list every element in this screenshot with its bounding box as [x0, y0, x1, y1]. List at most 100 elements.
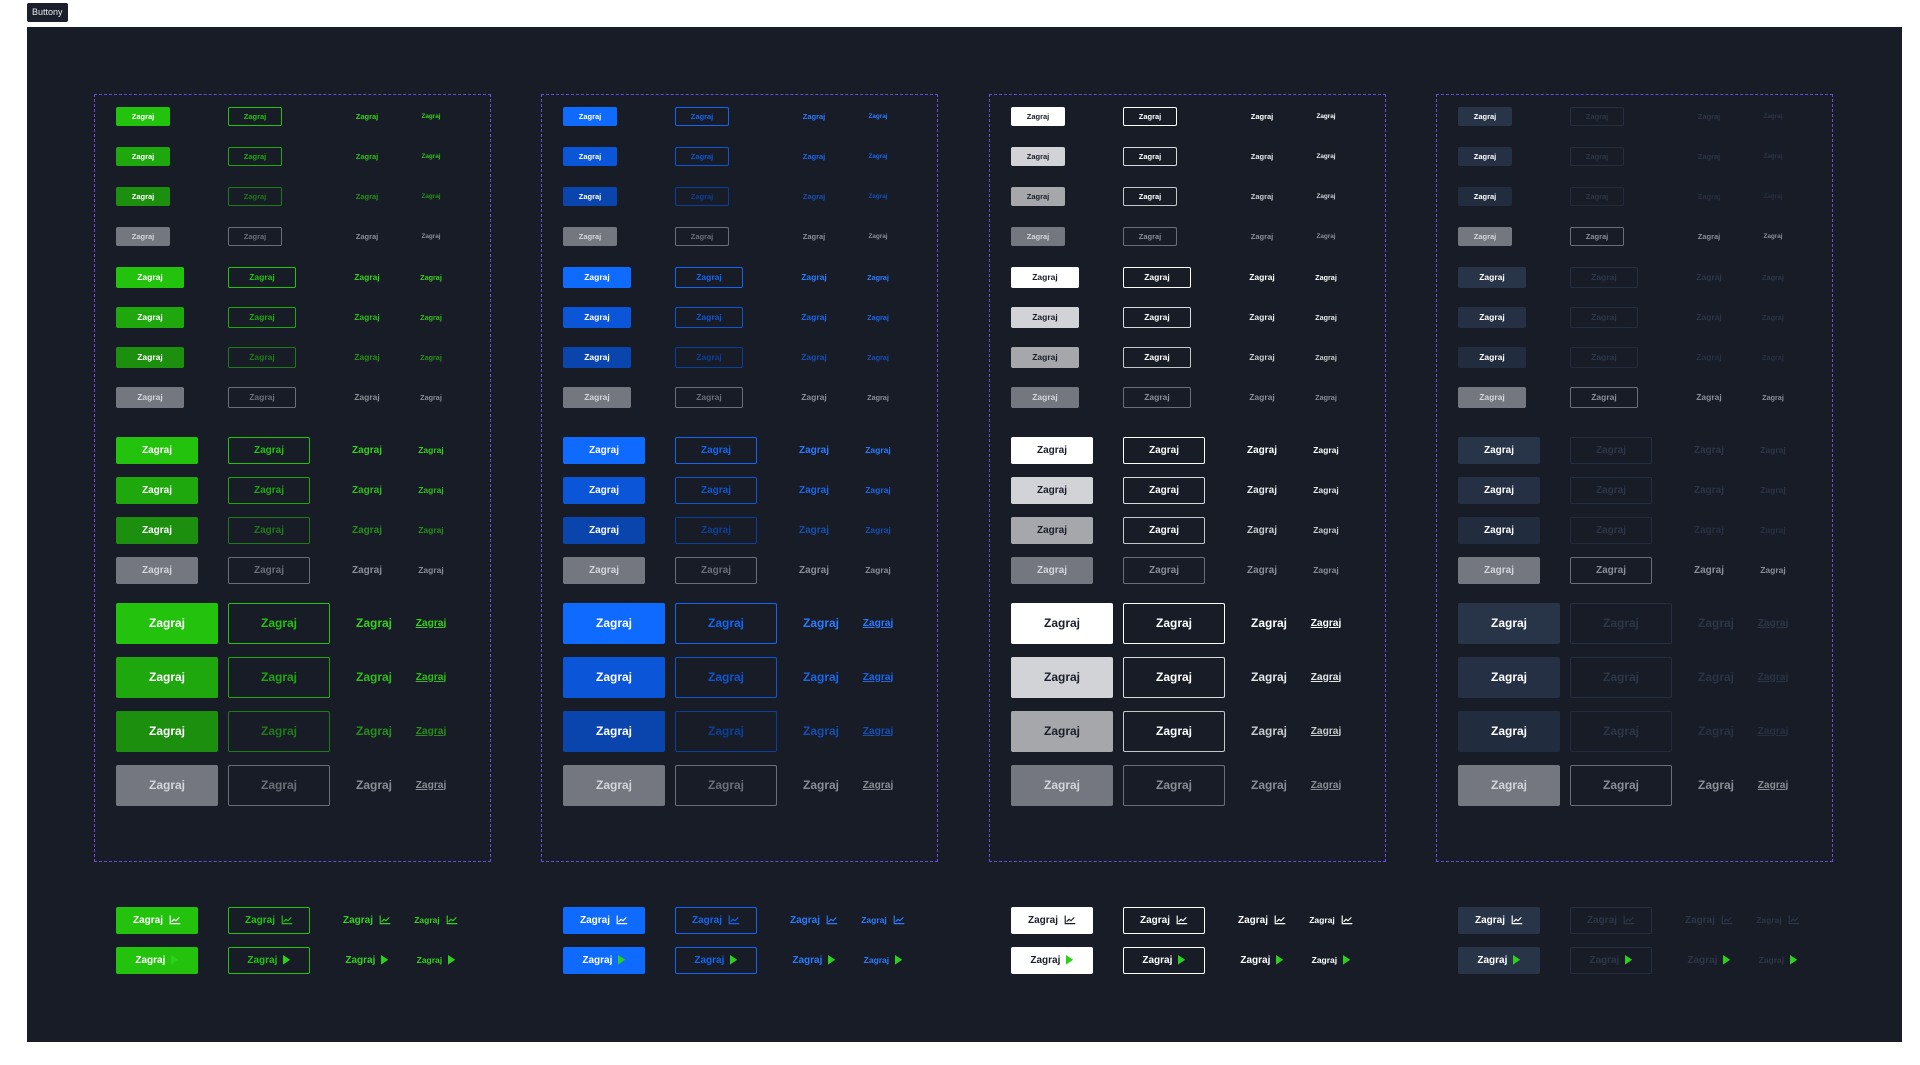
ghost-button[interactable]: Zagraj [784, 307, 844, 327]
ghost-button[interactable]: Zagraj [784, 267, 844, 287]
link-button[interactable]: Zagraj [406, 520, 456, 540]
filled-button[interactable]: Zagraj [563, 516, 645, 544]
filled-button[interactable]: Zagraj [1011, 710, 1113, 752]
ghost-button[interactable]: Zagraj [784, 106, 844, 126]
ghost-button[interactable]: Zagraj [1679, 387, 1739, 407]
ghost-button[interactable]: Zagraj [1232, 480, 1292, 500]
filled-button[interactable]: Zagraj [563, 186, 617, 206]
link-icon-button[interactable]: Zagraj [853, 947, 913, 974]
link-button[interactable]: Zagraj [1748, 267, 1798, 287]
link-button[interactable]: Zagraj [406, 186, 456, 206]
outline-button[interactable]: Zagraj [1123, 764, 1225, 806]
filled-button[interactable]: Zagraj [1458, 516, 1540, 544]
outline-button[interactable]: Zagraj [1570, 516, 1652, 544]
outline-button[interactable]: Zagraj [675, 186, 729, 206]
outline-icon-button[interactable]: Zagraj [675, 946, 757, 974]
link-button[interactable]: Zagraj [1748, 775, 1798, 795]
filled-icon-button[interactable]: Zagraj [116, 946, 198, 974]
ghost-button[interactable]: Zagraj [344, 667, 404, 687]
link-button[interactable]: Zagraj [1748, 307, 1798, 327]
filled-button[interactable]: Zagraj [1011, 146, 1065, 166]
outline-button[interactable]: Zagraj [675, 386, 743, 408]
outline-button[interactable]: Zagraj [1570, 556, 1652, 584]
filled-button[interactable]: Zagraj [116, 556, 198, 584]
ghost-button[interactable]: Zagraj [337, 560, 397, 580]
link-button[interactable]: Zagraj [853, 347, 903, 367]
ghost-button[interactable]: Zagraj [784, 480, 844, 500]
filled-button[interactable]: Zagraj [1011, 556, 1093, 584]
link-button[interactable]: Zagraj [1748, 347, 1798, 367]
ghost-button[interactable]: Zagraj [784, 560, 844, 580]
filled-button[interactable]: Zagraj [1011, 266, 1079, 288]
filled-button[interactable]: Zagraj [563, 266, 631, 288]
ghost-button[interactable]: Zagraj [1232, 106, 1292, 126]
outline-button[interactable]: Zagraj [1123, 602, 1225, 644]
link-icon-button[interactable]: Zagraj [1748, 907, 1808, 934]
filled-button[interactable]: Zagraj [1011, 386, 1079, 408]
filled-button[interactable]: Zagraj [1458, 476, 1540, 504]
link-button[interactable]: Zagraj [853, 226, 903, 246]
outline-button[interactable]: Zagraj [1570, 602, 1672, 644]
ghost-icon-button[interactable]: Zagraj [1679, 907, 1739, 934]
link-button[interactable]: Zagraj [853, 613, 903, 633]
ghost-button[interactable]: Zagraj [1239, 613, 1299, 633]
link-button[interactable]: Zagraj [1301, 613, 1351, 633]
ghost-button[interactable]: Zagraj [1679, 480, 1739, 500]
filled-button[interactable]: Zagraj [563, 764, 665, 806]
filled-button[interactable]: Zagraj [116, 346, 184, 368]
outline-icon-button[interactable]: Zagraj [1123, 946, 1205, 974]
link-button[interactable]: Zagraj [406, 347, 456, 367]
outline-button[interactable]: Zagraj [1123, 186, 1177, 206]
link-button[interactable]: Zagraj [406, 226, 456, 246]
link-button[interactable]: Zagraj [406, 106, 456, 126]
filled-button[interactable]: Zagraj [1458, 656, 1560, 698]
filled-button[interactable]: Zagraj [116, 436, 198, 464]
filled-button[interactable]: Zagraj [563, 436, 645, 464]
ghost-button[interactable]: Zagraj [1232, 146, 1292, 166]
link-button[interactable]: Zagraj [406, 387, 456, 407]
filled-button[interactable]: Zagraj [1458, 386, 1526, 408]
outline-button[interactable]: Zagraj [675, 106, 729, 126]
outline-button[interactable]: Zagraj [1570, 764, 1672, 806]
ghost-button[interactable]: Zagraj [1679, 307, 1739, 327]
link-button[interactable]: Zagraj [406, 721, 456, 741]
link-button[interactable]: Zagraj [853, 440, 903, 460]
filled-icon-button[interactable]: Zagraj [563, 946, 645, 974]
outline-button[interactable]: Zagraj [1570, 656, 1672, 698]
outline-icon-button[interactable]: Zagraj [675, 906, 757, 934]
ghost-button[interactable]: Zagraj [1679, 146, 1739, 166]
filled-button[interactable]: Zagraj [1458, 106, 1512, 126]
link-button[interactable]: Zagraj [1301, 186, 1351, 206]
link-button[interactable]: Zagraj [1301, 667, 1351, 687]
filled-icon-button[interactable]: Zagraj [563, 906, 645, 934]
filled-button[interactable]: Zagraj [1458, 602, 1560, 644]
filled-button[interactable]: Zagraj [1011, 436, 1093, 464]
outline-button[interactable]: Zagraj [228, 556, 310, 584]
filled-button[interactable]: Zagraj [116, 106, 170, 126]
outline-button[interactable]: Zagraj [1123, 436, 1205, 464]
link-icon-button[interactable]: Zagraj [853, 907, 913, 934]
ghost-button[interactable]: Zagraj [337, 387, 397, 407]
ghost-button[interactable]: Zagraj [784, 226, 844, 246]
outline-icon-button[interactable]: Zagraj [1123, 906, 1205, 934]
outline-button[interactable]: Zagraj [675, 710, 777, 752]
outline-button[interactable]: Zagraj [1570, 476, 1652, 504]
link-button[interactable]: Zagraj [853, 480, 903, 500]
filled-button[interactable]: Zagraj [116, 602, 218, 644]
outline-button[interactable]: Zagraj [675, 556, 757, 584]
filled-button[interactable]: Zagraj [1011, 346, 1079, 368]
link-button[interactable]: Zagraj [406, 613, 456, 633]
ghost-button[interactable]: Zagraj [784, 387, 844, 407]
outline-button[interactable]: Zagraj [675, 226, 729, 246]
outline-button[interactable]: Zagraj [675, 306, 743, 328]
ghost-button[interactable]: Zagraj [1232, 267, 1292, 287]
filled-icon-button[interactable]: Zagraj [1458, 906, 1540, 934]
outline-button[interactable]: Zagraj [675, 436, 757, 464]
ghost-button[interactable]: Zagraj [1686, 667, 1746, 687]
link-button[interactable]: Zagraj [853, 667, 903, 687]
link-button[interactable]: Zagraj [406, 440, 456, 460]
filled-button[interactable]: Zagraj [1011, 306, 1079, 328]
filled-button[interactable]: Zagraj [563, 346, 631, 368]
outline-button[interactable]: Zagraj [675, 346, 743, 368]
outline-icon-button[interactable]: Zagraj [1570, 946, 1652, 974]
